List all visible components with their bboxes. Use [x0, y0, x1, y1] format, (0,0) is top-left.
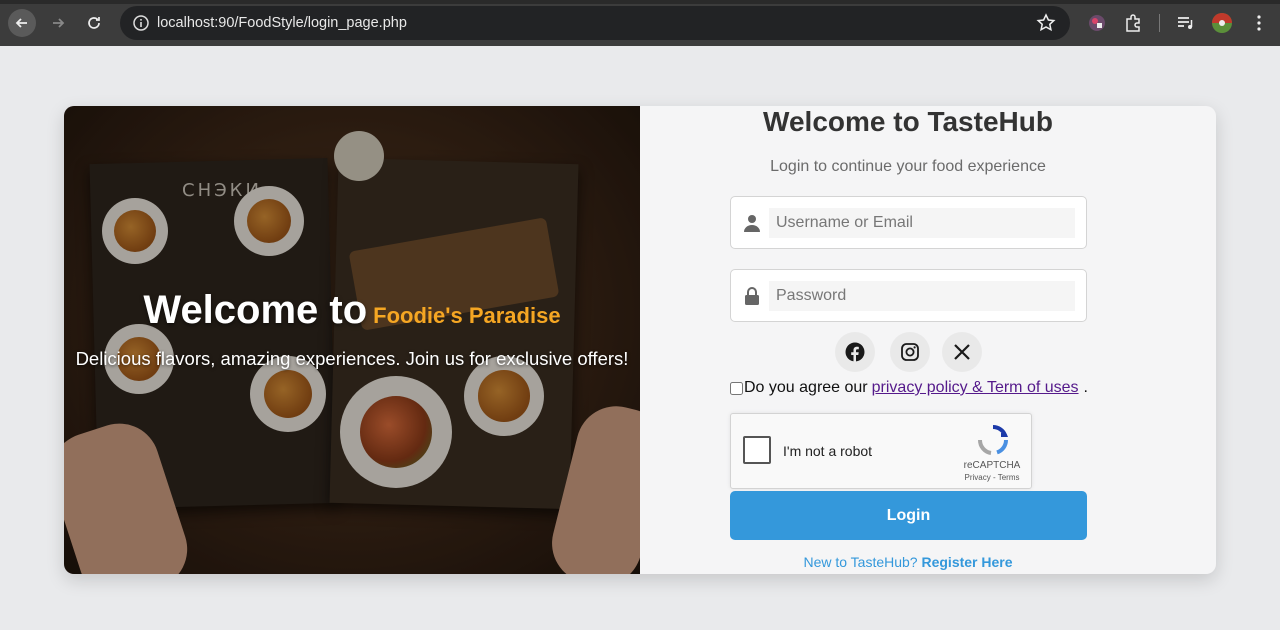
instagram-login-button[interactable]	[890, 332, 930, 372]
back-button[interactable]	[8, 9, 36, 37]
instagram-icon	[901, 343, 919, 361]
login-card: СНЭКИ Welcome to Foodie's Paradise Delici…	[64, 106, 1216, 574]
site-info-icon[interactable]	[132, 14, 150, 32]
username-input[interactable]	[769, 208, 1075, 238]
recaptcha-checkbox[interactable]	[743, 436, 771, 464]
login-button[interactable]: Login	[730, 491, 1087, 540]
lock-icon	[745, 287, 759, 305]
url-text[interactable]: localhost:90/FoodStyle/login_page.php	[157, 15, 407, 31]
recaptcha-logo-icon	[977, 425, 1009, 455]
form-subtitle: Login to continue your food experience	[770, 158, 1046, 175]
terms-checkbox[interactable]	[730, 381, 743, 395]
media-queue-icon[interactable]	[1173, 11, 1197, 35]
hero-title-accent: Foodie's Paradise	[373, 303, 561, 328]
x-icon	[954, 344, 970, 360]
profile-avatar-icon[interactable]	[1210, 11, 1234, 35]
arrow-left-icon	[15, 18, 27, 28]
x-login-button[interactable]	[942, 332, 982, 372]
arrow-right-icon	[53, 18, 65, 28]
hero-title: Welcome to Foodie's Paradise	[64, 288, 640, 333]
bookmark-star-icon[interactable]	[1036, 13, 1056, 33]
terms-text: Do you agree our	[744, 379, 868, 396]
recaptcha-brand: reCAPTCHA	[963, 460, 1021, 471]
terms-period: .	[1083, 379, 1088, 396]
tab-strip	[0, 0, 1280, 4]
hero-panel: СНЭКИ Welcome to Foodie's Paradise Delici…	[64, 106, 640, 574]
reload-icon	[88, 17, 100, 29]
form-title: Welcome to TasteHub	[763, 106, 1053, 137]
reload-button[interactable]	[80, 9, 108, 37]
toolbar-divider	[1159, 14, 1160, 32]
username-field[interactable]	[730, 196, 1087, 249]
privacy-policy-link[interactable]: privacy policy & Term of uses	[872, 379, 1079, 397]
register-prompt-text: New to TasteHub?	[803, 554, 918, 570]
password-field[interactable]	[730, 269, 1087, 322]
terms-agreement: Do you agree our privacy policy & Term o…	[730, 379, 1150, 397]
recaptcha-terms[interactable]: Privacy - Terms	[947, 473, 1037, 482]
kebab-menu-icon[interactable]	[1247, 11, 1271, 35]
hero-subtitle: Delicious flavors, amazing experiences. …	[75, 348, 629, 369]
extensions-puzzle-icon[interactable]	[1121, 11, 1145, 35]
forward-button[interactable]	[44, 9, 72, 37]
register-prompt: New to TasteHub? Register Here	[640, 554, 1176, 570]
hero-overlay	[64, 106, 640, 574]
password-input[interactable]	[769, 281, 1075, 311]
register-link[interactable]: Register Here	[921, 554, 1012, 570]
browser-toolbar: localhost:90/FoodStyle/login_page.php	[0, 0, 1280, 46]
hero-title-lead: Welcome to	[143, 288, 368, 332]
extension-avatar-icon[interactable]	[1085, 11, 1109, 35]
facebook-icon	[845, 342, 865, 362]
facebook-login-button[interactable]	[835, 332, 875, 372]
address-bar[interactable]: localhost:90/FoodStyle/login_page.php	[120, 6, 1070, 40]
user-icon	[744, 215, 760, 232]
recaptcha-widget: I'm not a robot reCAPTCHA Privacy - Term…	[730, 413, 1032, 489]
recaptcha-label: I'm not a robot	[783, 443, 873, 459]
